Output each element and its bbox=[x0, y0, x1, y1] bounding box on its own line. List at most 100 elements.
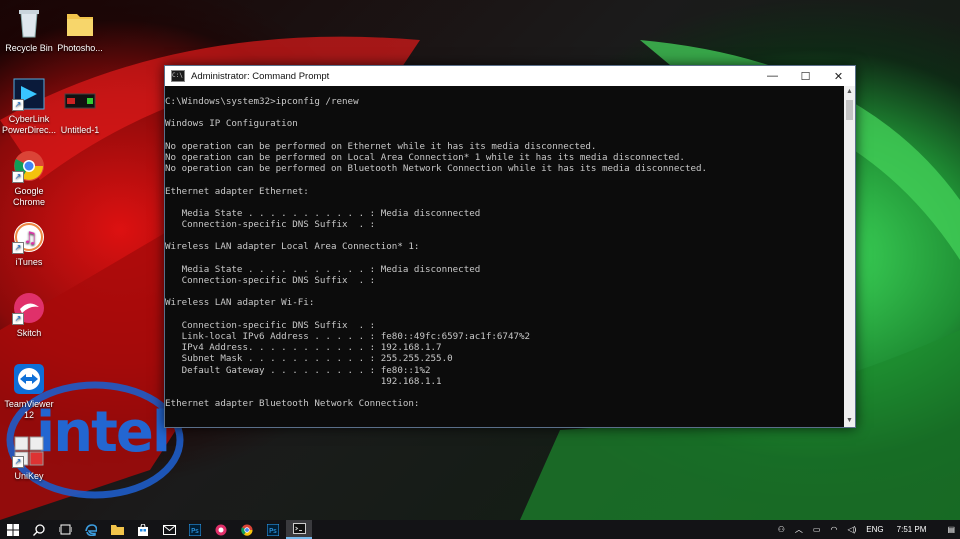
console-line: Ethernet adapter Ethernet: bbox=[165, 185, 309, 197]
start-button[interactable] bbox=[0, 520, 26, 539]
svg-text:Ps: Ps bbox=[191, 527, 199, 535]
desktop-icon-label: iTunes bbox=[15, 257, 43, 267]
desktop-icon-itunes[interactable]: ♫ ↗ iTunes bbox=[0, 220, 58, 268]
desktop-icon-teamviewer[interactable]: TeamViewer 12 bbox=[0, 362, 58, 421]
console-line: Subnet Mask . . . . . . . . . . . : 255.… bbox=[165, 353, 453, 365]
photoshop-icon: Ps bbox=[189, 523, 201, 536]
wifi-icon[interactable]: ◠ bbox=[830, 525, 837, 534]
scroll-down-arrow-icon[interactable]: ▼ bbox=[844, 415, 855, 427]
svg-text:Ps: Ps bbox=[269, 527, 277, 535]
console-line: Link-local IPv6 Address . . . . . : fe80… bbox=[165, 330, 531, 342]
console-line: Media State . . . . . . . . . . . : Medi… bbox=[165, 207, 481, 219]
console-line: IPv4 Address. . . . . . . . . . . : 192.… bbox=[165, 342, 442, 354]
desktop-icon-label: UniKey bbox=[14, 471, 44, 481]
shortcut-arrow-icon: ↗ bbox=[12, 99, 24, 111]
battery-icon[interactable]: ▭ bbox=[813, 525, 821, 534]
desktop-icon-cyberlink[interactable]: ↗ CyberLink PowerDirec... bbox=[0, 77, 58, 136]
scrollbar-thumb[interactable] bbox=[846, 100, 853, 120]
taskbar-mail[interactable] bbox=[156, 520, 182, 539]
desktop-icon-label: Skitch bbox=[16, 328, 42, 338]
desktop-icon-skitch[interactable]: ↗ Skitch bbox=[0, 291, 58, 339]
file-explorer-icon bbox=[110, 525, 124, 535]
recycle-bin-icon bbox=[12, 6, 46, 40]
window-title: Administrator: Command Prompt bbox=[191, 70, 330, 82]
task-view-icon bbox=[58, 524, 72, 535]
console-line: No operation can be performed on Bluetoo… bbox=[165, 163, 708, 175]
shortcut-arrow-icon: ↗ bbox=[12, 456, 24, 468]
task-view-button[interactable] bbox=[52, 520, 78, 539]
console-line: Default Gateway . . . . . . . . . : fe80… bbox=[165, 364, 431, 376]
command-prompt-window[interactable]: C:\ Administrator: Command Prompt — ☐ ✕ … bbox=[164, 65, 856, 428]
taskbar-command-prompt[interactable] bbox=[286, 520, 312, 539]
shortcut-arrow-icon: ↗ bbox=[12, 313, 24, 325]
taskbar-store[interactable] bbox=[130, 520, 156, 539]
taskbar: Ps Ps ⚇ ︿ ▭ ◠ ◁) ENG 7:51 PM ▤ bbox=[0, 520, 960, 539]
taskbar-photoshop[interactable]: Ps bbox=[182, 520, 208, 539]
minimize-button[interactable]: — bbox=[756, 66, 789, 86]
system-tray: ⚇ ︿ ▭ ◠ ◁) ENG 7:51 PM ▤ bbox=[773, 520, 960, 539]
desktop-icon-label: Untitled-1 bbox=[60, 125, 100, 135]
image-file-icon bbox=[63, 88, 97, 122]
scroll-up-arrow-icon[interactable]: ▲ bbox=[844, 86, 855, 98]
console-line: 192.168.1.1 bbox=[165, 375, 442, 387]
maximize-button[interactable]: ☐ bbox=[789, 66, 822, 86]
cyberlink-powerdirector-icon: ↗ bbox=[12, 77, 46, 111]
taskbar-photoshop-2[interactable]: Ps bbox=[260, 520, 286, 539]
edge-icon bbox=[85, 523, 97, 536]
clock[interactable]: 7:51 PM bbox=[897, 525, 927, 534]
console-output[interactable]: C:\Windows\system32>ipconfig /renew Windo… bbox=[165, 86, 843, 427]
console-line: No operation can be performed on Etherne… bbox=[165, 140, 597, 152]
desktop-icon-label: Recycle Bin bbox=[5, 43, 53, 53]
windows-start-icon bbox=[7, 523, 19, 536]
search-icon bbox=[33, 523, 45, 536]
chrome-icon bbox=[241, 524, 253, 536]
desktop-icon-label: CyberLink PowerDirec... bbox=[1, 114, 56, 135]
people-icon[interactable]: ⚇ bbox=[778, 525, 785, 534]
search-button[interactable] bbox=[26, 520, 52, 539]
console-line: Media State . . . . . . . . . . . : Medi… bbox=[165, 263, 481, 275]
console-line: Wireless LAN adapter Local Area Connecti… bbox=[165, 241, 420, 253]
vertical-scrollbar[interactable]: ▲ ▼ bbox=[844, 86, 855, 427]
itunes-icon: ♫ ↗ bbox=[12, 220, 46, 254]
taskbar-edge[interactable] bbox=[78, 520, 104, 539]
photoshop-icon-2: Ps bbox=[267, 523, 279, 536]
desktop-icon-chrome[interactable]: ↗ Google Chrome bbox=[0, 149, 58, 208]
folder-icon bbox=[63, 6, 97, 40]
language-indicator[interactable]: ENG bbox=[866, 525, 883, 534]
console-line: C:\Windows\system32>ipconfig /renew bbox=[165, 96, 359, 107]
command-prompt-icon[interactable]: C:\ bbox=[171, 70, 185, 82]
console-line: Connection-specific DNS Suffix . : bbox=[165, 275, 376, 286]
store-icon bbox=[138, 523, 148, 536]
window-titlebar[interactable]: C:\ Administrator: Command Prompt — ☐ ✕ bbox=[165, 66, 855, 86]
mail-icon bbox=[162, 524, 176, 535]
taskbar-chrome[interactable] bbox=[234, 520, 260, 539]
desktop-icon-recycle-bin[interactable]: Recycle Bin bbox=[0, 6, 58, 54]
taskbar-record-app[interactable] bbox=[208, 520, 234, 539]
notification-center-icon[interactable]: ▤ bbox=[947, 525, 955, 534]
desktop-icon-label: Photosho... bbox=[57, 43, 103, 53]
command-prompt-icon bbox=[292, 523, 306, 534]
teamviewer-icon bbox=[12, 362, 46, 396]
desktop-icon-photoshop-folder[interactable]: Photosho... bbox=[51, 6, 109, 54]
shortcut-arrow-icon: ↗ bbox=[12, 171, 24, 183]
record-app-icon bbox=[215, 524, 227, 535]
console-line: Wireless LAN adapter Wi-Fi: bbox=[165, 297, 315, 309]
desktop-icon-unikey[interactable]: ↗ UniKey bbox=[0, 434, 58, 482]
show-hidden-icons-chevron-icon[interactable]: ︿ bbox=[795, 524, 803, 535]
chrome-icon: ↗ bbox=[12, 149, 46, 183]
close-button[interactable]: ✕ bbox=[822, 66, 855, 86]
console-line: Connection-specific DNS Suffix . : bbox=[165, 219, 376, 231]
volume-icon[interactable]: ◁) bbox=[847, 525, 856, 534]
shortcut-arrow-icon: ↗ bbox=[12, 242, 24, 254]
desktop-icon-untitled[interactable]: Untitled-1 bbox=[51, 88, 109, 136]
desktop-icon-label: TeamViewer 12 bbox=[4, 399, 54, 420]
taskbar-file-explorer[interactable] bbox=[104, 520, 130, 539]
svg-text:♫: ♫ bbox=[23, 228, 37, 247]
